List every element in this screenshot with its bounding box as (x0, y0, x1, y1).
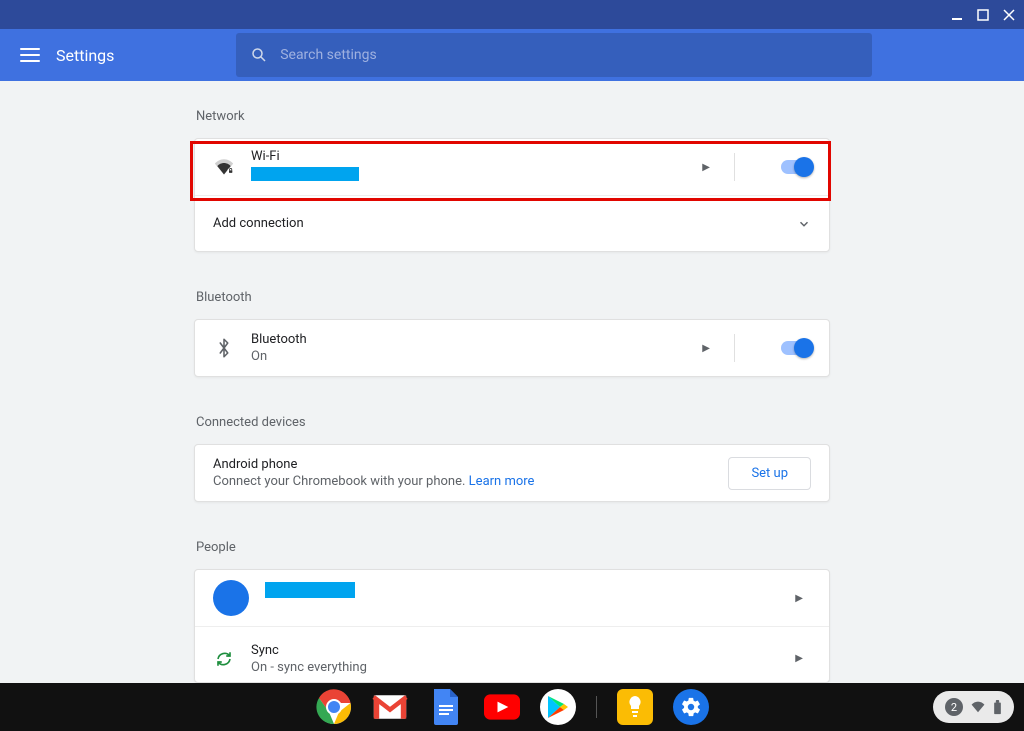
bluetooth-row[interactable]: Bluetooth On ▶ (195, 320, 829, 376)
app-header: Settings (0, 29, 1024, 81)
chevron-right-icon: ▶ (795, 593, 803, 604)
wifi-row[interactable]: Wi-Fi ▶ (195, 139, 829, 195)
search-icon (250, 46, 268, 64)
section-title-connected: Connected devices (196, 415, 830, 430)
wifi-icon (213, 158, 235, 176)
bluetooth-title: Bluetooth (251, 332, 686, 347)
add-connection-row[interactable]: Add connection (195, 195, 829, 251)
maximize-button[interactable] (976, 8, 990, 22)
add-connection-title: Add connection (213, 216, 781, 231)
chevron-right-icon: ▶ (702, 343, 710, 354)
chrome-icon[interactable] (316, 689, 352, 725)
separator (734, 334, 735, 362)
learn-more-link[interactable]: Learn more (469, 474, 535, 489)
keep-icon[interactable] (617, 689, 653, 725)
bluetooth-card: Bluetooth On ▶ (194, 319, 830, 377)
app-title: Settings (56, 46, 114, 65)
tray-battery-icon (993, 700, 1002, 715)
taskbar-separator (596, 696, 597, 718)
chevron-right-icon: ▶ (795, 653, 803, 664)
sync-row[interactable]: Sync On - sync everything ▶ (195, 626, 829, 682)
docs-icon[interactable] (428, 689, 464, 725)
connected-devices-card: Android phone Connect your Chromebook wi… (194, 444, 830, 502)
android-phone-subtext: Connect your Chromebook with your phone. (213, 474, 469, 489)
wifi-network-name-redacted (251, 167, 359, 181)
wifi-title: Wi-Fi (251, 149, 686, 164)
notification-count: 2 (945, 698, 963, 716)
network-card: Wi-Fi ▶ Add connection (194, 138, 830, 252)
settings-icon[interactable] (673, 689, 709, 725)
bluetooth-toggle[interactable] (781, 341, 811, 355)
account-name-redacted (265, 582, 355, 598)
search-bar[interactable] (236, 33, 872, 77)
taskbar (0, 683, 1024, 731)
play-store-icon[interactable] (540, 689, 576, 725)
people-card: ▶ Sync On - sync everything ▶ (194, 569, 830, 683)
avatar (213, 580, 249, 616)
menu-button[interactable] (20, 48, 40, 62)
bluetooth-icon (213, 338, 235, 358)
sync-sub: On - sync everything (251, 660, 779, 675)
chevron-right-icon: ▶ (702, 162, 710, 173)
close-button[interactable] (1002, 8, 1016, 22)
section-title-network: Network (196, 109, 830, 124)
wifi-toggle[interactable] (781, 160, 811, 174)
window-chrome (0, 0, 1024, 29)
android-phone-row: Android phone Connect your Chromebook wi… (195, 445, 829, 501)
tray-wifi-icon (971, 701, 985, 713)
minimize-button[interactable] (950, 8, 964, 22)
android-phone-sub: Connect your Chromebook with your phone.… (213, 474, 712, 489)
search-input[interactable] (280, 47, 858, 63)
android-phone-title: Android phone (213, 457, 712, 472)
account-row[interactable]: ▶ (195, 570, 829, 626)
section-title-bluetooth: Bluetooth (196, 290, 830, 305)
sync-title: Sync (251, 643, 779, 658)
sync-icon (213, 650, 235, 668)
chevron-down-icon (797, 217, 811, 231)
section-title-people: People (196, 540, 830, 555)
youtube-icon[interactable] (484, 689, 520, 725)
separator (734, 153, 735, 181)
status-tray[interactable]: 2 (933, 691, 1014, 723)
bluetooth-sub: On (251, 349, 686, 364)
gmail-icon[interactable] (372, 689, 408, 725)
set-up-button[interactable]: Set up (728, 457, 811, 490)
settings-content: Network Wi-Fi ▶ (0, 81, 1024, 683)
